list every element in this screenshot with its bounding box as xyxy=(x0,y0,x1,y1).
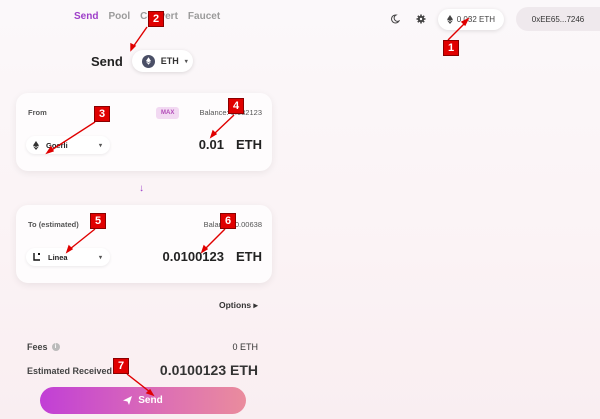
from-amount[interactable]: 0.01 ETH xyxy=(199,137,262,152)
to-amount-value: 0.0100123 xyxy=(162,249,224,264)
to-amount: 0.0100123 ETH xyxy=(163,249,262,264)
balance-pill[interactable]: 0.032 ETH xyxy=(437,8,504,30)
to-amount-unit: ETH xyxy=(236,249,262,264)
from-label: From xyxy=(28,108,47,117)
eth-icon xyxy=(33,140,39,150)
chevron-down-icon: ▾ xyxy=(98,254,102,261)
chevron-down-icon: ▾ xyxy=(184,58,188,65)
chevron-down-icon: ▾ xyxy=(98,142,102,149)
from-chain-label: Goerli xyxy=(46,140,68,150)
arrow-down-icon[interactable]: ↓ xyxy=(139,183,144,194)
marker-5: 5 xyxy=(90,213,106,229)
estimated-label: Estimated Received xyxy=(27,366,113,376)
eth-icon xyxy=(141,54,155,68)
to-label: To (estimated) xyxy=(28,220,79,229)
fees-label: Fees xyxy=(27,342,48,352)
fees-value: 0 ETH xyxy=(232,342,258,352)
from-chain-selector[interactable]: Goerli ▾ xyxy=(26,136,110,154)
eth-icon xyxy=(446,14,453,24)
info-icon[interactable]: i xyxy=(51,343,60,351)
send-header: Send ETH ▾ xyxy=(91,50,193,72)
send-button[interactable]: Send xyxy=(40,387,246,414)
from-amount-value: 0.01 xyxy=(198,137,224,152)
marker-4: 4 xyxy=(228,98,244,114)
marker-2: 2 xyxy=(148,11,164,27)
to-chain-label: Linea xyxy=(48,252,68,262)
to-chain-selector[interactable]: Linea ▾ xyxy=(26,248,110,266)
marker-7: 7 xyxy=(113,358,129,374)
token-label: ETH xyxy=(160,56,179,66)
balance-text: 0.032 ETH xyxy=(456,14,495,24)
marker-1: 1 xyxy=(443,40,459,56)
send-button-label: Send xyxy=(138,395,163,406)
nav-pool[interactable]: Pool xyxy=(108,11,130,22)
marker-6: 6 xyxy=(220,213,236,229)
estimated-value: 0.0100123 ETH xyxy=(159,362,258,378)
nav-faucet[interactable]: Faucet xyxy=(188,11,220,22)
send-icon xyxy=(123,396,133,405)
nav-send[interactable]: Send xyxy=(74,11,98,22)
token-selector[interactable]: ETH ▾ xyxy=(131,50,193,72)
page-title: Send xyxy=(91,53,123,69)
linea-icon xyxy=(33,253,40,261)
from-amount-unit: ETH xyxy=(236,137,262,152)
max-button[interactable]: MAX xyxy=(156,107,180,119)
gear-icon[interactable] xyxy=(414,12,428,26)
options-toggle[interactable]: Options ▸ xyxy=(219,300,258,311)
header-right: 0.032 ETH 0xEE65...7246 xyxy=(388,7,600,31)
fees-row: Fees i xyxy=(27,342,60,352)
marker-3: 3 xyxy=(94,106,110,122)
wallet-address[interactable]: 0xEE65...7246 xyxy=(516,7,600,31)
moon-icon[interactable] xyxy=(388,12,402,26)
